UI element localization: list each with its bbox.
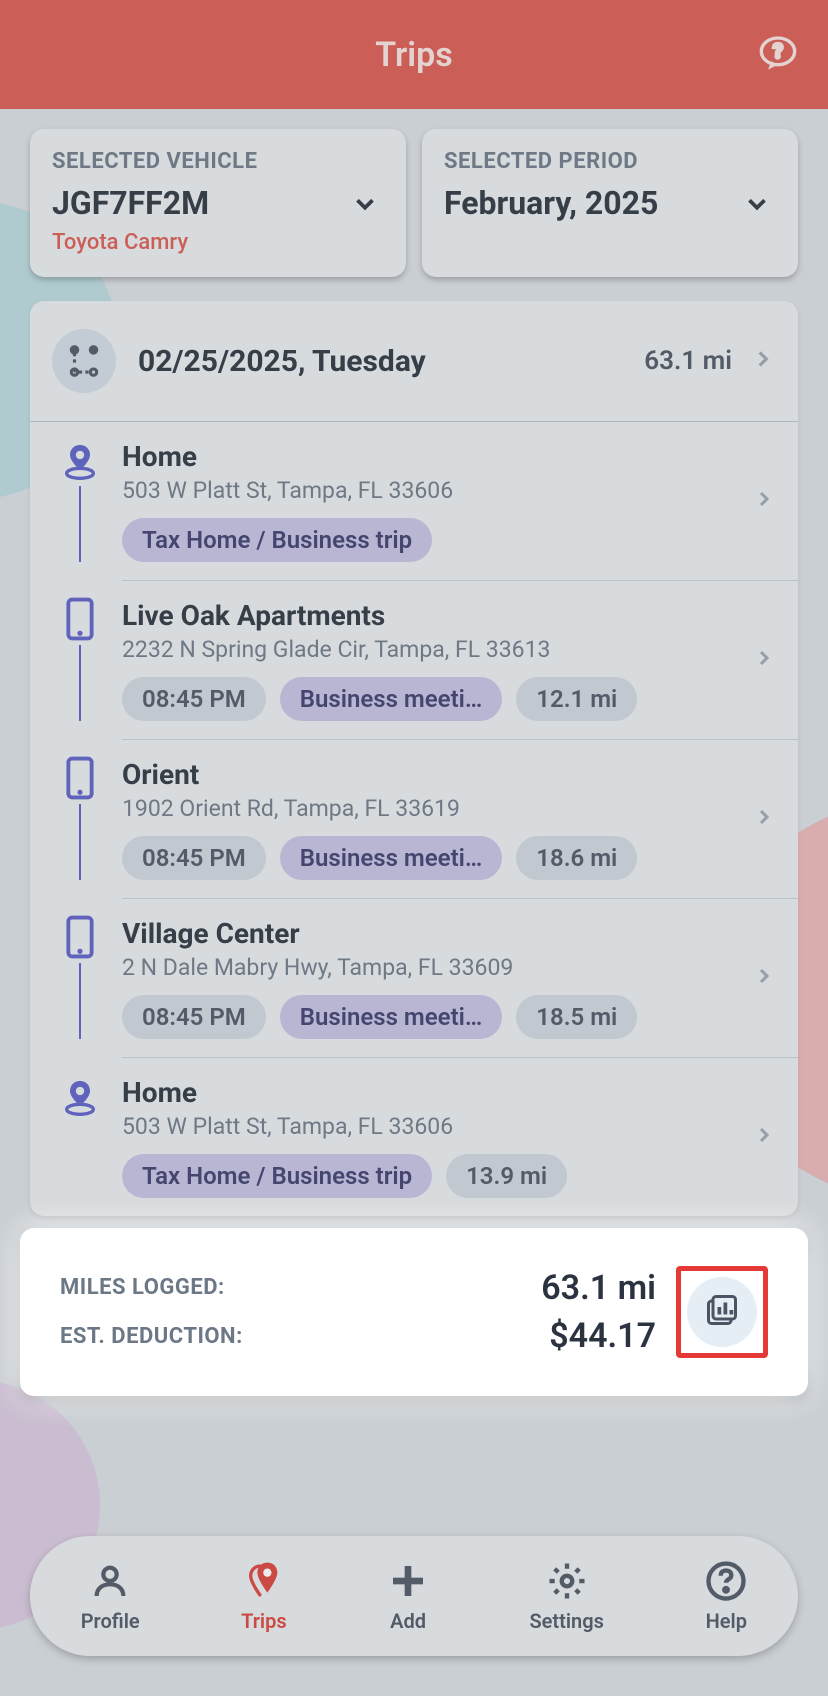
chevron-right-icon <box>752 964 776 992</box>
gear-icon <box>546 1559 588 1603</box>
nav-label: Add <box>390 1609 426 1633</box>
phone-icon <box>60 758 100 798</box>
stop-address: 503 W Platt St, Tampa, FL 33606 <box>122 1113 744 1140</box>
nav-label: Settings <box>529 1609 603 1633</box>
vehicle-selector[interactable]: SELECTED VEHICLE JGF7FF2M Toyota Camry <box>30 129 406 277</box>
svg-text:?: ? <box>773 39 783 63</box>
chevron-right-icon <box>750 346 776 376</box>
stop-miles-tag: 12.1 mi <box>516 677 637 721</box>
period-selector-label: SELECTED PERIOD <box>444 149 776 174</box>
chevron-right-icon <box>752 646 776 674</box>
nav-add[interactable]: Add <box>388 1559 428 1633</box>
nav-profile[interactable]: Profile <box>81 1559 140 1633</box>
route-icon <box>52 329 116 393</box>
help-circle-icon <box>705 1559 747 1603</box>
miles-logged-label: MILES LOGGED: <box>60 1275 320 1300</box>
chart-button[interactable] <box>687 1277 757 1347</box>
highlight-annotation <box>676 1266 768 1358</box>
location-pin-icon <box>60 1076 100 1116</box>
phone-icon <box>60 917 100 957</box>
trip-stop[interactable]: Orient 1902 Orient Rd, Tampa, FL 33619 0… <box>30 740 798 898</box>
stop-name: Live Oak Apartments <box>122 599 744 632</box>
stop-category-tag: Business meeti… <box>280 995 503 1039</box>
stop-miles-tag: 18.5 mi <box>516 995 637 1039</box>
trips-card: 02/25/2025, Tuesday 63.1 mi Home 503 W P… <box>30 301 798 1216</box>
bar-chart-icon <box>704 1292 740 1332</box>
stop-time-tag: 08:45 PM <box>122 995 266 1039</box>
nav-label: Trips <box>241 1609 287 1633</box>
chevron-down-icon <box>350 189 380 223</box>
stop-name: Home <box>122 1076 744 1109</box>
phone-icon <box>60 599 100 639</box>
nav-trips[interactable]: Trips <box>241 1559 287 1633</box>
chevron-right-icon <box>752 487 776 515</box>
stop-name: Orient <box>122 758 744 791</box>
help-icon[interactable]: ? <box>758 33 798 77</box>
page-title: Trips <box>375 35 452 75</box>
app-header: Trips ? <box>0 0 828 109</box>
stop-time-tag: 08:45 PM <box>122 677 266 721</box>
trip-stop[interactable]: Village Center 2 N Dale Mabry Hwy, Tampa… <box>30 899 798 1057</box>
stop-miles-tag: 13.9 mi <box>446 1154 567 1198</box>
stop-category-tag: Business meeti… <box>280 677 503 721</box>
chevron-right-icon <box>752 805 776 833</box>
location-pin-icon <box>60 440 100 480</box>
miles-logged-value: 63.1 mi <box>320 1268 656 1308</box>
stop-address: 2 N Dale Mabry Hwy, Tampa, FL 33609 <box>122 954 744 981</box>
chevron-down-icon <box>742 189 772 223</box>
period-selector-value: February, 2025 <box>444 184 776 222</box>
vehicle-selector-value: JGF7FF2M <box>52 184 384 222</box>
stop-address: 1902 Orient Rd, Tampa, FL 33619 <box>122 795 744 822</box>
profile-icon <box>90 1559 130 1603</box>
vehicle-selector-sub: Toyota Camry <box>52 230 384 255</box>
trip-stop[interactable]: Home 503 W Platt St, Tampa, FL 33606 Tax… <box>30 422 798 580</box>
nav-help[interactable]: Help <box>705 1559 747 1633</box>
vehicle-selector-label: SELECTED VEHICLE <box>52 149 384 174</box>
nav-settings[interactable]: Settings <box>529 1559 603 1633</box>
est-deduction-label: EST. DEDUCTION: <box>60 1324 320 1349</box>
day-date: 02/25/2025, Tuesday <box>138 344 644 379</box>
stop-name: Village Center <box>122 917 744 950</box>
stop-address: 2232 N Spring Glade Cir, Tampa, FL 33613 <box>122 636 744 663</box>
est-deduction-value: $44.17 <box>320 1316 656 1356</box>
nav-label: Profile <box>81 1609 140 1633</box>
stop-category-tag: Tax Home / Business trip <box>122 518 432 562</box>
pin-icon <box>244 1559 284 1603</box>
summary-card: MILES LOGGED: EST. DEDUCTION: 63.1 mi $4… <box>20 1228 808 1396</box>
day-header[interactable]: 02/25/2025, Tuesday 63.1 mi <box>30 301 798 421</box>
stop-name: Home <box>122 440 744 473</box>
stop-category-tag: Business meeti… <box>280 836 503 880</box>
day-miles: 63.1 mi <box>644 346 732 376</box>
period-selector[interactable]: SELECTED PERIOD February, 2025 <box>422 129 798 277</box>
stop-category-tag: Tax Home / Business trip <box>122 1154 432 1198</box>
stop-time-tag: 08:45 PM <box>122 836 266 880</box>
stop-miles-tag: 18.6 mi <box>516 836 637 880</box>
plus-icon <box>388 1559 428 1603</box>
bottom-nav: Profile Trips Add Settings Help <box>30 1536 798 1656</box>
stop-address: 503 W Platt St, Tampa, FL 33606 <box>122 477 744 504</box>
trip-stop[interactable]: Home 503 W Platt St, Tampa, FL 33606 Tax… <box>30 1058 798 1216</box>
trip-stop[interactable]: Live Oak Apartments 2232 N Spring Glade … <box>30 581 798 739</box>
chevron-right-icon <box>752 1123 776 1151</box>
nav-label: Help <box>706 1609 747 1633</box>
